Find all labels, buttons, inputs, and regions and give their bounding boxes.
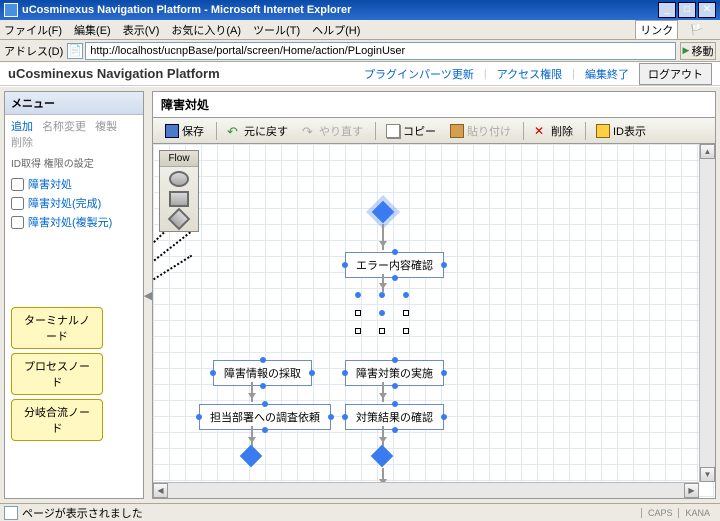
go-button[interactable]: 移動 [680, 42, 716, 60]
palette-decision-shape[interactable] [168, 208, 191, 231]
palette-tab-flow[interactable]: Flow [160, 151, 198, 167]
undo-icon [227, 124, 241, 138]
minimize-button[interactable]: _ [658, 2, 676, 18]
node-exec-counter[interactable]: 障害対策の実施 [345, 360, 444, 386]
ie-menubar: ファイル(F) 編集(E) 表示(V) お気に入り(A) ツール(T) ヘルプ(… [0, 20, 720, 40]
node-collect-info[interactable]: 障害情報の採取 [213, 360, 312, 386]
flow-arrow [382, 382, 384, 402]
page-icon: 📄 [67, 43, 83, 59]
save-icon [165, 124, 179, 138]
breadcrumb: 障害対処 [152, 91, 716, 117]
sidebar-item-0[interactable]: 障害対処 [11, 176, 137, 192]
flow-arrow [382, 224, 384, 250]
link-plugin-update[interactable]: プラグインパーツ更新 [364, 66, 474, 82]
redo-icon [302, 124, 316, 138]
sidebar-add[interactable]: 追加 [11, 121, 33, 133]
redo-button[interactable]: やり直す [296, 121, 369, 141]
sidebar-item-1[interactable]: 障害対処(完成) [11, 195, 137, 211]
callout-process: プロセスノード [11, 353, 103, 395]
sidebar-sublabel: ID取得 権限の設定 [5, 153, 143, 172]
sidebar-delete: 削除 [11, 137, 33, 149]
palette-process-shape[interactable] [169, 191, 189, 207]
scroll-up-button[interactable]: ▲ [700, 144, 715, 159]
scroll-left-button[interactable]: ◀ [153, 483, 168, 498]
paste-button[interactable]: 貼り付け [444, 121, 517, 141]
ie-throbber-icon: 🏳️ [690, 23, 704, 36]
link-access-perm[interactable]: アクセス権限 [497, 66, 562, 82]
sidebar-item-2[interactable]: 障害対処(複製元) [11, 214, 137, 230]
canvas[interactable]: Flow エラー内容確認 [152, 143, 716, 499]
sidebar-check-2[interactable] [11, 216, 24, 229]
menu-help[interactable]: ヘルプ(H) [312, 22, 360, 38]
delete-icon [534, 124, 548, 138]
sidebar-header: メニュー [5, 92, 143, 115]
address-input[interactable] [85, 42, 676, 60]
close-button[interactable]: ✕ [698, 2, 716, 18]
flow-arrow [382, 426, 384, 446]
app-header: uCosminexus Navigation Platform プラグインパーツ… [0, 62, 720, 86]
sidebar-copy: 複製 [95, 121, 117, 133]
copy-button[interactable]: コピー [380, 121, 442, 141]
palette-terminal-shape[interactable] [169, 171, 189, 187]
selection-handles[interactable] [355, 292, 411, 336]
logout-button[interactable]: ログアウト [639, 63, 712, 85]
h-scrollbar[interactable]: ◀ ▶ [153, 482, 699, 498]
menu-view[interactable]: 表示(V) [123, 22, 160, 38]
id-show-button[interactable]: ID表示 [590, 121, 652, 141]
links-label[interactable]: リンク [635, 20, 678, 40]
undo-button[interactable]: 元に戻す [221, 121, 294, 141]
scroll-right-button[interactable]: ▶ [684, 483, 699, 498]
shape-palette: Flow [159, 150, 199, 232]
window-titlebar: uCosminexus Navigation Platform - Micros… [0, 0, 720, 20]
node-check-result[interactable]: 対策結果の確認 [345, 404, 444, 430]
menu-file[interactable]: ファイル(F) [4, 22, 62, 38]
status-kana: KANA [678, 508, 716, 518]
status-bar: ページが表示されました CAPS KANA [0, 503, 720, 521]
status-message: ページが表示されました [22, 505, 143, 521]
delete-button[interactable]: 削除 [528, 121, 579, 141]
copy-icon [386, 124, 400, 138]
sidebar-rename: 名称変更 [42, 121, 86, 133]
callout-terminal: ターミナルノード [11, 307, 103, 349]
callout-branch: 分岐合流ノード [11, 399, 103, 441]
maximize-button[interactable]: □ [678, 2, 696, 18]
app-name: uCosminexus Navigation Platform [8, 66, 220, 81]
link-edit-end[interactable]: 編集終了 [585, 66, 629, 82]
flow-arrow [382, 274, 384, 292]
sidebar-check-0[interactable] [11, 178, 24, 191]
address-label: アドレス(D) [4, 43, 63, 59]
vertical-splitter[interactable]: ◀ [144, 87, 152, 503]
menu-tools[interactable]: ツール(T) [253, 22, 300, 38]
sidebar: メニュー 追加 名称変更 複製 削除 ID取得 権限の設定 障害対処 障害対処(… [4, 91, 144, 499]
node-request-dept[interactable]: 担当部署への調査依頼 [199, 404, 331, 430]
editor-toolbar: 保存 元に戻す やり直す コピー 貼り付け 削除 ID表示 [152, 117, 716, 143]
flow-arrow [251, 382, 253, 402]
menu-fav[interactable]: お気に入り(A) [171, 22, 241, 38]
status-icon [4, 506, 18, 520]
v-scrollbar[interactable]: ▲ ▼ [699, 144, 715, 482]
app-icon [4, 3, 18, 17]
status-caps: CAPS [641, 508, 679, 518]
node-error-check[interactable]: エラー内容確認 [345, 252, 444, 278]
menu-edit[interactable]: 編集(E) [74, 22, 111, 38]
window-title: uCosminexus Navigation Platform - Micros… [22, 4, 658, 16]
paste-icon [450, 124, 464, 138]
scroll-down-button[interactable]: ▼ [700, 467, 715, 482]
canvas-grid [153, 144, 715, 498]
flow-arrow [251, 426, 253, 446]
id-icon [596, 124, 610, 138]
sidebar-check-1[interactable] [11, 197, 24, 210]
address-bar: アドレス(D) 📄 移動 [0, 40, 720, 62]
save-button[interactable]: 保存 [159, 121, 210, 141]
